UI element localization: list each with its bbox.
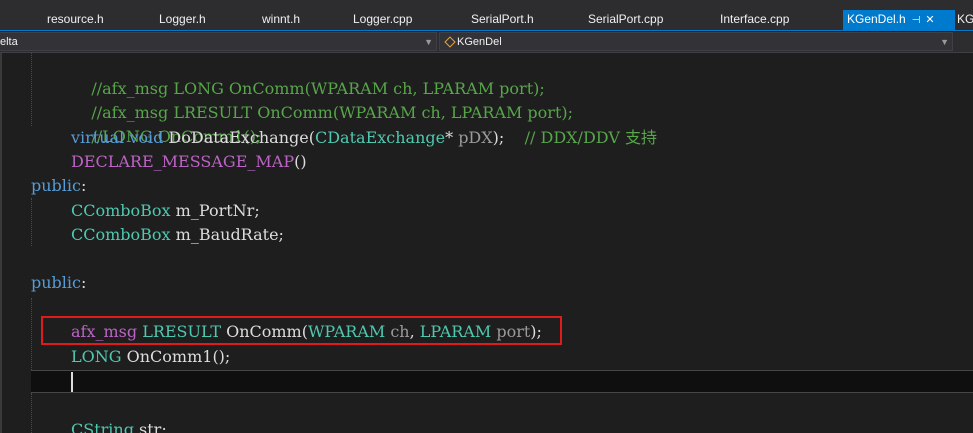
project-dropdown-value: elta [0,36,18,48]
pin-icon[interactable]: ⊣ [912,15,921,26]
code-text: * [445,128,459,147]
chevron-down-icon: ▼ [940,37,949,47]
code-text: () [294,152,307,171]
project-dropdown[interactable]: elta ▼ [0,32,437,51]
code-text: : [80,176,87,195]
tab-label: SerialPort.cpp [588,12,664,26]
code-parameter: pDX [458,128,493,147]
code-line[interactable]: public: [31,271,86,295]
code-type: CDataExchange [314,128,446,147]
tab-label: SerialPort.h [471,12,534,26]
code-type: CComboBox [71,225,171,244]
code-text: OnComm1(); [121,347,231,366]
indent-guide [31,298,32,378]
document-tab-strip: resource.h Logger.h winnt.h Logger.cpp S… [0,0,973,31]
code-text: m_BaudRate; [170,225,284,244]
tab-label: KG [957,12,973,26]
class-dropdown[interactable]: KGenDel ▼ [439,32,953,51]
chevron-down-icon: ▼ [424,37,433,47]
tab-logger-h[interactable]: Logger.h [159,10,206,31]
editor-margin [0,53,2,433]
code-text: str; [133,420,167,433]
code-line[interactable]: CString str; [71,418,167,433]
code-editor[interactable]: //afx_msg LONG OnComm(WPARAM ch, LPARAM … [0,53,973,433]
code-text: ); [492,128,505,147]
code-keyword: virtual [71,128,125,147]
tab-resource-h[interactable]: resource.h [47,10,104,31]
indent-guide [31,198,32,246]
code-line[interactable]: public: [31,174,86,198]
navigation-bar: elta ▼ KGenDel ▼ [0,32,973,53]
code-keyword: void [129,128,164,147]
code-comment: // DDX/DDV 支持 [524,128,657,147]
tab-interface-cpp[interactable]: Interface.cpp [720,10,789,31]
tab-kg-overflow[interactable]: KG [957,10,973,31]
code-line[interactable]: //afx_msg LRESULT OnComm(WPARAM ch, LPAR… [71,77,573,122]
tab-serialport-cpp[interactable]: SerialPort.cpp [588,10,663,31]
code-line[interactable]: CComboBox m_BaudRate; [71,223,284,247]
code-text: DoDataExchange( [163,128,315,147]
code-line[interactable]: CComboBox m_PortNr; [71,199,260,223]
tab-label: Interface.cpp [720,12,790,26]
code-macro: DECLARE_MESSAGE_MAP [71,152,295,171]
class-dropdown-value: KGenDel [457,36,502,48]
tab-label: KGenDel.h [847,12,906,26]
red-annotation-box [41,316,562,345]
tab-label: resource.h [47,12,104,26]
close-icon[interactable]: ✕ [925,14,934,26]
tab-kgendel-h[interactable]: KGenDel.h ⊣ ✕ [843,10,955,31]
code-type: CComboBox [71,201,171,220]
tab-underline [0,30,973,31]
indent-guide [31,393,32,433]
code-keyword: public [31,273,81,292]
tab-logger-cpp[interactable]: Logger.cpp [353,10,412,31]
code-line[interactable]: //afx_msg LONG OnComm(WPARAM ch, LPARAM … [71,53,544,98]
tab-label: winnt.h [262,12,301,26]
current-line-highlight [31,370,973,393]
code-line[interactable]: LONG OnComm1(); [71,345,230,369]
code-text: m_PortNr; [170,201,260,220]
code-line[interactable]: virtual void DoDataExchange(CDataExchang… [71,126,657,150]
tab-serialport-h[interactable]: SerialPort.h [471,10,534,31]
code-line[interactable]: //LONG OnComm1(); [71,101,261,146]
text-caret [71,372,73,392]
tab-label: Logger.h [159,12,206,26]
code-keyword: public [31,176,81,195]
code-type: CString [71,420,134,433]
code-type: LONG [71,347,122,366]
tab-winnt-h[interactable]: winnt.h [262,10,300,31]
class-icon [445,37,454,46]
indent-guide [31,53,32,126]
code-text: : [80,273,87,292]
code-line[interactable]: DECLARE_MESSAGE_MAP() [71,150,307,174]
tab-label: Logger.cpp [353,12,413,26]
